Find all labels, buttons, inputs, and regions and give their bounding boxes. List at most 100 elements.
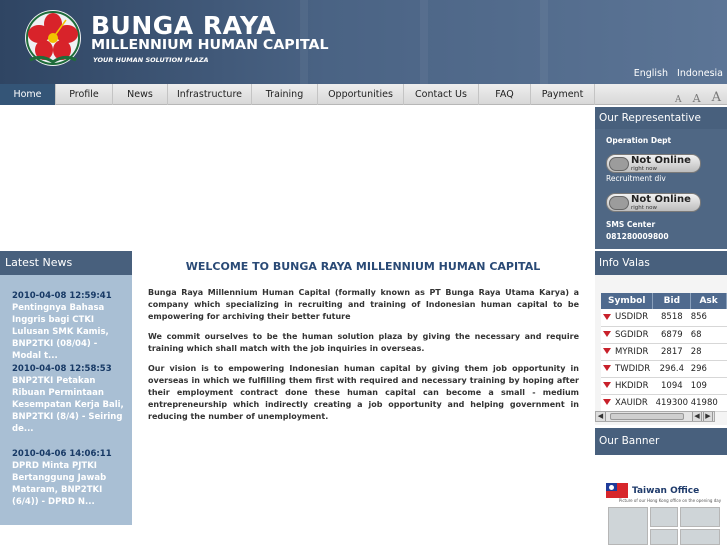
down-arrow-icon — [603, 399, 611, 405]
nav-opportunities[interactable]: Opportunities — [318, 84, 404, 105]
welcome-title: WELCOME TO BUNGA RAYA MILLENNIUM HUMAN C… — [185, 260, 541, 273]
valas-horizontal-scrollbar[interactable]: ◀ ◀ ▶ — [595, 411, 715, 422]
recruitment-status-button[interactable]: Not Online right now — [606, 193, 701, 212]
status-title: Not Online — [631, 155, 691, 166]
scroll-thumb[interactable] — [610, 413, 684, 420]
main-nav: Home Profile News Infrastructure Trainin… — [0, 84, 727, 105]
status-sub: right now — [631, 205, 658, 211]
nav-contact-us[interactable]: Contact Us — [404, 84, 479, 105]
sms-center-label: SMS Center — [606, 220, 656, 229]
bid-value: 1094 — [652, 377, 691, 395]
news-item[interactable]: 2010-04-08 12:58:53 BNP2TKI Petakan Ribu… — [12, 363, 124, 435]
intro-paragraph: Bunga Raya Millennium Human Capital (for… — [148, 288, 579, 321]
status-title: Not Online — [631, 194, 691, 205]
brand-tagline: YOUR HUMAN SOLUTION PLAZA — [93, 56, 209, 64]
language-indonesia-link[interactable]: Indonesia — [677, 68, 723, 79]
currency-symbol: XAUIDR — [615, 397, 648, 408]
latest-news-heading: Latest News — [0, 251, 132, 275]
nav-faq[interactable]: FAQ — [479, 84, 531, 105]
language-english-link[interactable]: English — [634, 68, 668, 79]
table-row: XAUIDR 419300 41980 — [601, 394, 727, 412]
scroll-left-icon[interactable]: ◀ — [596, 412, 606, 421]
bid-value: 2817 — [652, 343, 691, 361]
bid-value: 419300 — [652, 394, 691, 412]
bid-value: 8518 — [652, 309, 691, 327]
commitment-paragraph: We commit ourselves to be the human solu… — [148, 332, 579, 353]
nav-news[interactable]: News — [113, 84, 168, 105]
table-row: SGDIDR 6879 68 — [601, 326, 727, 344]
status-sub: right now — [631, 166, 658, 172]
news-date: 2010-04-06 14:06:11 — [12, 449, 112, 459]
brand-title: BUNGA RAYA — [91, 11, 277, 40]
brand-subtitle: MILLENNIUM HUMAN CAPITAL — [91, 37, 329, 53]
news-text[interactable]: Pentingnya Bahasa Inggris bagi CTKI Lulu… — [12, 302, 124, 362]
recruitment-label: Recruitment div — [606, 174, 666, 183]
office-photo — [608, 507, 648, 545]
down-arrow-icon — [603, 382, 611, 388]
taiwan-flag-icon — [606, 483, 628, 498]
news-text[interactable]: BNP2TKI Petakan Ribuan Permintaan Kesemp… — [12, 375, 124, 435]
bid-value: 6879 — [652, 326, 691, 344]
office-photo — [650, 507, 678, 527]
table-row: HKDIDR 1094 109 — [601, 377, 727, 395]
ask-value: 68 — [690, 326, 727, 344]
vision-paragraph: Our vision is to empowering Indonesian h… — [148, 364, 579, 421]
sms-center-number: 081280009800 — [606, 232, 669, 241]
chat-status-icon — [609, 157, 629, 171]
currency-symbol: SGDIDR — [615, 329, 649, 340]
down-arrow-icon — [603, 331, 611, 337]
news-date: 2010-04-08 12:59:41 — [12, 291, 112, 301]
ask-value: 856 — [690, 309, 727, 327]
banner-title: Taiwan Office — [632, 486, 700, 496]
down-arrow-icon — [603, 348, 611, 354]
currency-symbol: MYRIDR — [615, 346, 649, 357]
scroll-left-icon[interactable]: ◀ — [692, 412, 702, 421]
nav-infrastructure[interactable]: Infrastructure — [168, 84, 252, 105]
down-arrow-icon — [603, 313, 611, 320]
column-header: Bid — [652, 293, 692, 309]
news-item[interactable]: 2010-04-06 14:06:11 DPRD Minta PJTKI Ber… — [12, 448, 124, 508]
representative-panel — [595, 129, 727, 249]
nav-profile[interactable]: Profile — [56, 84, 113, 105]
text-size-small-button[interactable]: A — [675, 95, 682, 105]
currency-symbol: HKDIDR — [615, 380, 649, 391]
banner-caption: Picture of our Hong Kong office on the o… — [618, 498, 722, 503]
text-size-controls: A A A — [669, 86, 721, 105]
column-header: Symbol — [601, 293, 654, 309]
news-item[interactable]: 2010-04-08 12:59:41 Pentingnya Bahasa In… — [12, 290, 124, 362]
currency-symbol: USDIDR — [615, 312, 649, 323]
site-header: BUNGA RAYA MILLENNIUM HUMAN CAPITAL YOUR… — [0, 0, 727, 84]
currency-table: Symbol Bid Ask USDIDR 8518 856 SGDIDR 68… — [601, 293, 727, 412]
our-banner-heading: Our Banner — [595, 428, 727, 455]
news-date: 2010-04-08 12:58:53 — [12, 364, 112, 374]
nav-home[interactable]: Home — [0, 84, 56, 105]
office-photo — [650, 529, 678, 545]
table-row: MYRIDR 2817 28 — [601, 343, 727, 361]
nav-training[interactable]: Training — [252, 84, 318, 105]
bid-value: 296.4 — [652, 360, 691, 378]
ask-value: 41980 — [690, 394, 727, 412]
operation-dept-label: Operation Dept — [606, 136, 672, 145]
representative-heading: Our Representative — [595, 107, 727, 129]
page: BUNGA RAYA MILLENNIUM HUMAN CAPITAL YOUR… — [0, 0, 727, 545]
ask-value: 109 — [690, 377, 727, 395]
currency-symbol: TWDIDR — [615, 363, 651, 374]
column-header: Ask — [690, 293, 727, 309]
ask-value: 28 — [690, 343, 727, 361]
operation-status-button[interactable]: Not Online right now — [606, 154, 701, 173]
chat-status-icon — [609, 196, 629, 210]
ask-value: 296 — [690, 360, 727, 378]
info-valas-heading: Info Valas — [595, 251, 727, 275]
news-text[interactable]: DPRD Minta PJTKI Bertanggung Jawab Matar… — [12, 460, 124, 508]
table-row: USDIDR 8518 856 — [601, 309, 727, 327]
language-switcher: English Indonesia — [628, 68, 723, 79]
office-photo — [680, 507, 720, 527]
text-size-large-button[interactable]: A — [712, 90, 721, 105]
nav-payment[interactable]: Payment — [531, 84, 595, 105]
text-size-medium-button[interactable]: A — [693, 92, 701, 105]
down-arrow-icon — [603, 365, 611, 371]
scroll-right-icon[interactable]: ▶ — [703, 412, 713, 421]
office-photo — [680, 529, 720, 545]
table-row: TWDIDR 296.4 296 — [601, 360, 727, 378]
hibiscus-logo-icon[interactable] — [22, 8, 84, 68]
